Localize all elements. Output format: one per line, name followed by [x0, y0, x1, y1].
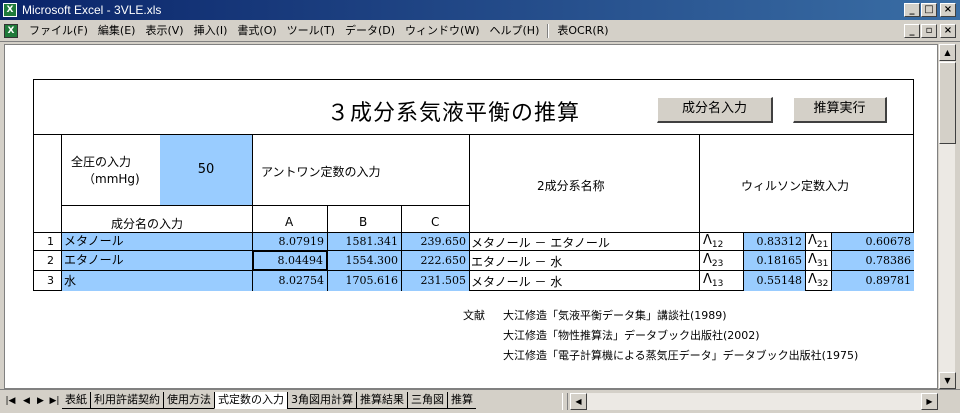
antoine-a-2-selected[interactable]: 8.04494: [252, 250, 328, 271]
menu-window[interactable]: ウィンドウ(W): [400, 24, 484, 38]
doc-restore-button[interactable]: ▫: [921, 24, 937, 38]
menu-separator: [547, 24, 550, 38]
maximize-button[interactable]: □: [921, 3, 937, 17]
wilson-symbol-12: Λ12: [703, 233, 724, 250]
row-number: 1: [47, 235, 54, 248]
menu-file[interactable]: ファイル(F): [24, 24, 93, 38]
scroll-up-arrow-icon[interactable]: ▲: [939, 44, 956, 61]
wilson-symbol-21: Λ21: [808, 233, 829, 250]
menu-table-ocr[interactable]: 表OCR(R): [552, 24, 613, 38]
component-header: 成分名の入力: [111, 217, 184, 231]
tab-usage[interactable]: 使用方法: [163, 392, 214, 409]
tab-estimation[interactable]: 推算: [447, 392, 476, 409]
pressure-label: 全圧の入力: [71, 155, 132, 169]
reference-line: 大江修造「物性推算法」データブック出版社(2002): [503, 329, 760, 342]
run-estimation-button[interactable]: 推算実行: [793, 97, 887, 123]
tab-results[interactable]: 推算結果: [356, 392, 407, 409]
menu-help[interactable]: ヘルプ(H): [485, 24, 545, 38]
component-name-2[interactable]: エタノール: [62, 251, 252, 270]
scroll-right-arrow-icon[interactable]: ▶: [921, 393, 938, 410]
antoine-b-2[interactable]: 1554.300: [328, 251, 401, 270]
component-name-3[interactable]: 水: [62, 271, 252, 291]
window-title: Microsoft Excel - 3VLE.xls: [22, 3, 162, 17]
component-name-1[interactable]: メタノール: [62, 233, 252, 250]
tab-triangle-diagram[interactable]: 三角図: [407, 392, 447, 409]
binary-name-1: メタノール － エタノール: [471, 236, 610, 250]
antoine-c-2[interactable]: 222.650: [402, 251, 469, 270]
wilson-value-23[interactable]: 0.18165: [744, 251, 805, 270]
menu-tools[interactable]: ツール(T): [282, 24, 340, 38]
menu-format[interactable]: 書式(O): [232, 24, 281, 38]
worksheet[interactable]: ３成分系気液平衡の推算 成分名入力 推算実行 全圧の入力 （mmHg) 50 ア…: [4, 44, 938, 389]
tab-triangle-calc[interactable]: 3角図用計算: [287, 392, 356, 409]
wilson-value-32[interactable]: 0.89781: [832, 271, 914, 291]
sheet-title: ３成分系気液平衡の推算: [327, 101, 581, 126]
first-sheet-icon[interactable]: |◀: [4, 394, 17, 408]
antoine-col-c: C: [431, 215, 440, 229]
prev-sheet-icon[interactable]: ◀: [20, 394, 33, 408]
wilson-symbol-31: Λ31: [808, 252, 829, 269]
title-bar: X Microsoft Excel - 3VLE.xls _ □ ×: [0, 0, 960, 20]
wilson-header: ウィルソン定数入力: [741, 179, 850, 193]
sheet-tab-bar: |◀ ◀ ▶ ▶| 表紙 利用許諾契約 使用方法 式定数の入力 3角図用計算 推…: [0, 389, 960, 413]
antoine-a-3[interactable]: 8.02754: [253, 271, 327, 291]
vertical-scroll-thumb[interactable]: [939, 62, 956, 144]
scroll-left-arrow-icon[interactable]: ◀: [570, 393, 587, 410]
menu-view[interactable]: 表示(V): [140, 24, 188, 38]
wilson-symbol-23: Λ23: [703, 252, 724, 269]
reference-line: 大江修造「気液平衡データ集」講談社(1989): [503, 309, 727, 322]
references-label: 文献: [463, 309, 485, 322]
binary-name-2: エタノール － 水: [471, 255, 563, 269]
antoine-header: アントワン定数の入力: [261, 165, 381, 179]
doc-minimize-button[interactable]: _: [904, 24, 920, 38]
scroll-down-arrow-icon[interactable]: ▼: [939, 372, 956, 389]
menu-bar: X ファイル(F) 編集(E) 表示(V) 挿入(I) 書式(O) ツール(T)…: [0, 20, 960, 42]
antoine-col-b: B: [359, 215, 368, 229]
antoine-b-3[interactable]: 1705.616: [328, 271, 401, 291]
antoine-a-1[interactable]: 8.07919: [253, 233, 327, 250]
tab-splitter-handle[interactable]: [562, 393, 568, 410]
wilson-symbol-32: Λ32: [808, 272, 829, 289]
next-sheet-icon[interactable]: ▶: [34, 394, 47, 408]
last-sheet-icon[interactable]: ▶|: [48, 394, 61, 408]
tab-license[interactable]: 利用許諾契約: [90, 392, 163, 409]
menu-insert[interactable]: 挿入(I): [189, 24, 233, 38]
pressure-unit: （mmHg): [83, 172, 140, 186]
doc-close-button[interactable]: ×: [940, 24, 956, 38]
binary-name-3: メタノール － 水: [471, 275, 563, 289]
menu-data[interactable]: データ(D): [340, 24, 400, 38]
antoine-b-1[interactable]: 1581.341: [328, 233, 401, 250]
row-number: 3: [47, 274, 54, 287]
wilson-value-21[interactable]: 0.60678: [832, 233, 914, 250]
workbook-icon[interactable]: X: [4, 24, 18, 38]
wilson-value-13[interactable]: 0.55148: [744, 271, 805, 291]
antoine-c-1[interactable]: 239.650: [402, 233, 469, 250]
component-input-button[interactable]: 成分名入力: [657, 97, 773, 123]
close-button[interactable]: ×: [940, 3, 956, 17]
horizontal-scrollbar[interactable]: ◀ ▶: [570, 393, 938, 410]
antoine-col-a: A: [285, 215, 294, 229]
tab-constants-input[interactable]: 式定数の入力: [214, 392, 287, 409]
tab-cover[interactable]: 表紙: [62, 392, 90, 409]
antoine-c-3[interactable]: 231.505: [402, 271, 469, 291]
wilson-value-12[interactable]: 0.83312: [744, 233, 805, 250]
row-number: 2: [47, 254, 54, 267]
menu-edit[interactable]: 編集(E): [93, 24, 141, 38]
reference-line: 大江修造「電子計算機による蒸気圧データ」データブック出版社(1975): [503, 349, 859, 362]
minimize-button[interactable]: _: [904, 3, 920, 17]
vertical-scrollbar[interactable]: ▲ ▼: [938, 44, 956, 389]
binary-header: 2成分系名称: [537, 179, 605, 193]
pressure-input[interactable]: 50: [160, 135, 252, 205]
excel-app-icon[interactable]: X: [3, 3, 17, 17]
wilson-value-31[interactable]: 0.78386: [832, 251, 914, 270]
wilson-symbol-13: Λ13: [703, 272, 724, 289]
